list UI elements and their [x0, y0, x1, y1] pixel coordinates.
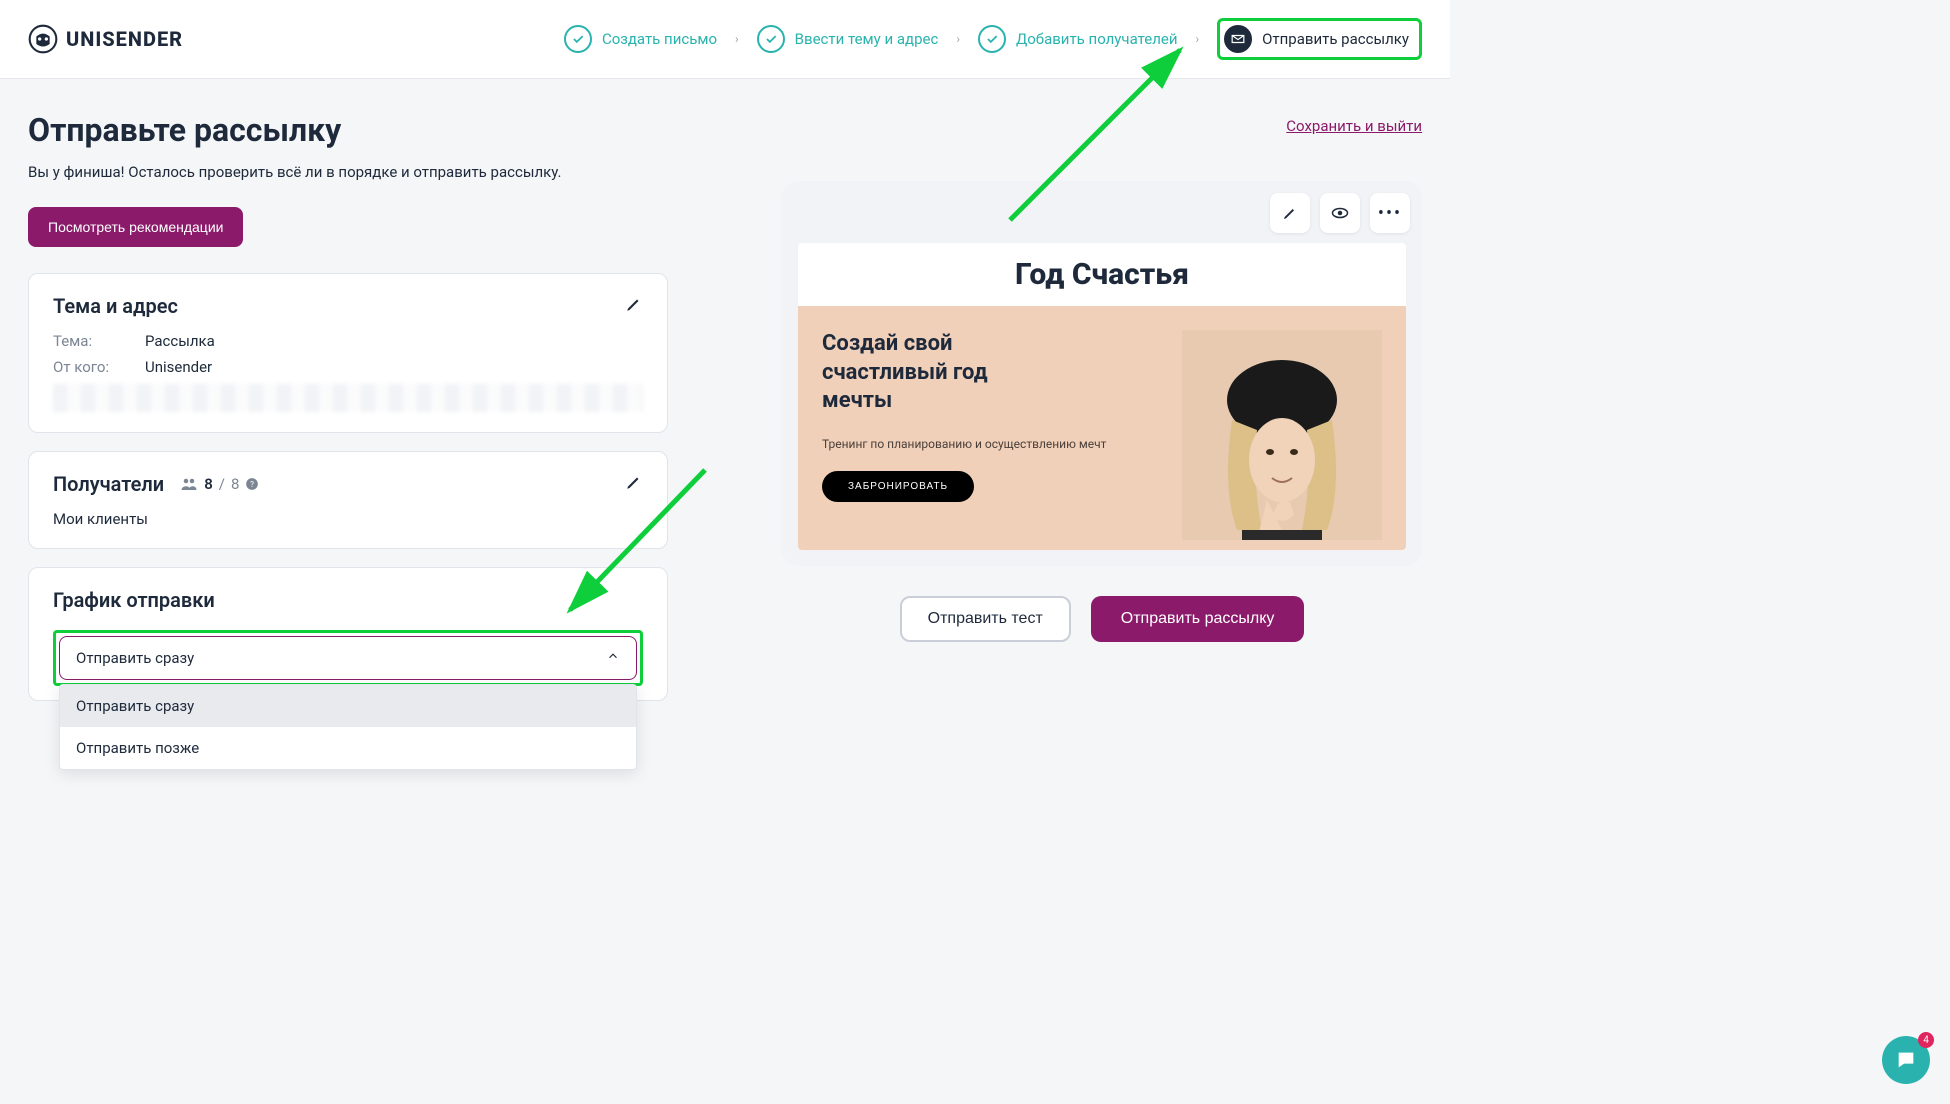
email-heading: Год Счастья [798, 243, 1406, 306]
step-label: Создать письмо [602, 30, 717, 48]
page-subtitle: Вы у финиша! Осталось проверить всё ли в… [28, 163, 668, 181]
subject-label: Тема: [53, 332, 125, 350]
blurred-area [53, 384, 643, 412]
chat-button[interactable]: 4 [1882, 1036, 1930, 1084]
check-icon [564, 25, 592, 53]
chevron-right-icon: › [1195, 32, 1199, 46]
hero-image [1182, 330, 1382, 540]
logo-text: UNISENDER [66, 27, 183, 51]
logo-icon [28, 24, 58, 54]
step-send[interactable]: Отправить рассылку [1217, 18, 1422, 60]
svg-text:?: ? [250, 479, 254, 489]
edit-preview-button[interactable] [1270, 193, 1310, 233]
step-label: Ввести тему и адрес [795, 30, 939, 48]
pencil-icon[interactable] [625, 473, 643, 495]
envelope-icon [1224, 25, 1252, 53]
hero-title: Создай свой счастливый год мечты [822, 330, 1166, 416]
book-button[interactable]: ЗАБРОНИРОВАТЬ [822, 471, 974, 502]
header: UNISENDER Создать письмо › Ввести тему и… [0, 0, 1450, 79]
subject-card: Тема и адрес Тема: Рассылка От кого: Uni… [28, 273, 668, 433]
subject-value: Рассылка [145, 332, 215, 350]
chat-icon [1895, 1049, 1917, 1071]
page-title: Отправьте рассылку [28, 111, 668, 149]
schedule-selected: Отправить сразу [76, 649, 194, 667]
chevron-right-icon: › [735, 32, 739, 46]
schedule-dropdown: Отправить сразу Отправить позже [59, 684, 637, 770]
hero-sub: Тренинг по планированию и осуществлению … [822, 436, 1166, 453]
card-title: Получатели [53, 472, 164, 496]
step-create[interactable]: Создать письмо [564, 25, 717, 53]
users-icon [180, 475, 198, 493]
card-title: Тема и адрес [53, 294, 178, 318]
eye-icon [1331, 204, 1349, 222]
schedule-option-later[interactable]: Отправить позже [60, 727, 636, 769]
help-icon[interactable]: ? [245, 477, 259, 491]
steps: Создать письмо › Ввести тему и адрес › Д… [564, 18, 1422, 60]
pencil-icon [1282, 205, 1298, 221]
send-campaign-button[interactable]: Отправить рассылку [1091, 596, 1305, 642]
preview-panel: ••• Год Счастья Создай свой счастливый г… [782, 181, 1422, 566]
recipients-card: Получатели 8 / 8 ? Мои клиенты [28, 451, 668, 549]
pencil-icon[interactable] [625, 295, 643, 317]
chevron-up-icon [606, 649, 620, 667]
view-preview-button[interactable] [1320, 193, 1360, 233]
recommendations-button[interactable]: Посмотреть рекомендации [28, 207, 243, 247]
schedule-select[interactable]: Отправить сразу [59, 636, 637, 680]
more-preview-button[interactable]: ••• [1370, 193, 1410, 233]
email-preview: Год Счастья Создай свой счастливый год м… [798, 243, 1406, 550]
card-title: График отправки [53, 588, 643, 612]
step-recipients[interactable]: Добавить получателей [978, 25, 1178, 53]
logo[interactable]: UNISENDER [28, 24, 183, 54]
check-icon [757, 25, 785, 53]
from-label: От кого: [53, 358, 125, 376]
chevron-right-icon: › [956, 32, 960, 46]
chat-badge: 4 [1918, 1032, 1934, 1048]
step-label: Отправить рассылку [1262, 30, 1409, 48]
schedule-option-now[interactable]: Отправить сразу [60, 685, 636, 727]
recipients-count: 8 / 8 ? [180, 475, 259, 493]
recipients-list-name: Мои клиенты [53, 510, 643, 528]
check-icon [978, 25, 1006, 53]
save-exit-link[interactable]: Сохранить и выйти [1286, 117, 1422, 135]
schedule-card: График отправки Отправить сразу Отправит… [28, 567, 668, 701]
send-test-button[interactable]: Отправить тест [900, 596, 1071, 642]
step-label: Добавить получателей [1016, 30, 1178, 48]
from-value: Unisender [145, 358, 212, 376]
step-subject[interactable]: Ввести тему и адрес [757, 25, 939, 53]
more-icon: ••• [1378, 203, 1402, 224]
